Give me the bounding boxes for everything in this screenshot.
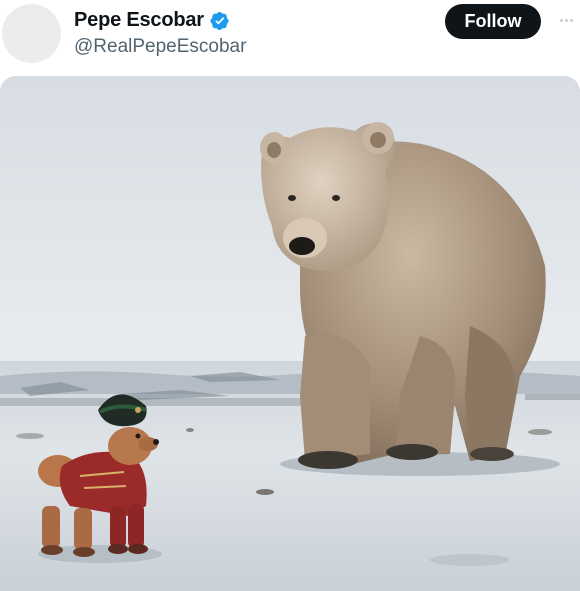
bear-and-dog-photo xyxy=(0,76,580,591)
avatar[interactable] xyxy=(2,4,61,63)
tweet-media-image[interactable] xyxy=(0,76,580,591)
author-display-name[interactable]: Pepe Escobar xyxy=(74,9,204,32)
follow-button[interactable]: Follow xyxy=(445,4,541,39)
more-options-icon[interactable] xyxy=(556,12,576,28)
author-handle[interactable]: @RealPepeEscobar xyxy=(74,36,246,58)
verified-badge-icon xyxy=(210,11,230,31)
tweet-header: Pepe Escobar @RealPepeEscobar Follow xyxy=(0,0,580,72)
author-name-row: Pepe Escobar xyxy=(74,9,230,32)
